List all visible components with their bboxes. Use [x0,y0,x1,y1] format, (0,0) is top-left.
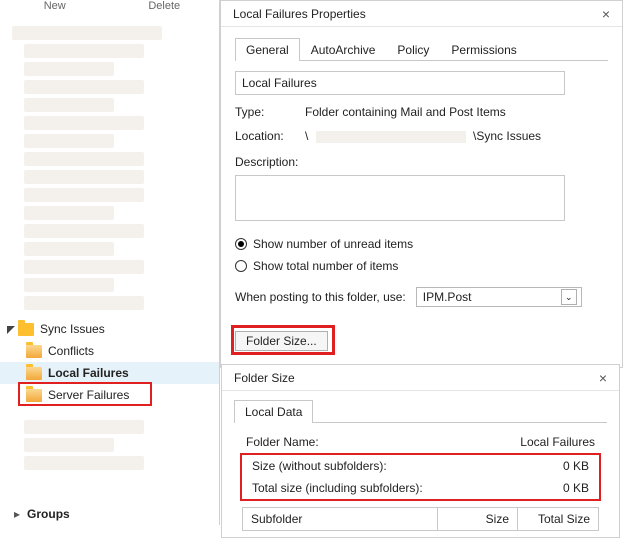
radio-unread-label: Show number of unread items [253,237,413,251]
tab-policy[interactable]: Policy [386,38,440,61]
location-label: Location: [235,129,305,143]
size-wo-row: Size (without subfolders): 0 KB [242,455,599,477]
description-textarea[interactable] [235,175,565,221]
posting-value: IPM.Post [423,290,472,304]
new-button[interactable]: New [0,0,110,18]
location-value: \ \Sync Issues [305,129,541,143]
tab-autoarchive[interactable]: AutoArchive [300,38,387,61]
tree-item-local-failures[interactable]: Local Failures [0,362,219,384]
left-folder-pane: New Delete Sync Issues Conflicts [0,0,220,525]
expand-icon[interactable] [6,324,16,334]
groups-label: Groups [27,507,70,521]
folder-icon [18,323,34,336]
size-wo-label: Size (without subfolders): [252,459,387,473]
folder-name-label: Folder Name: [246,435,319,449]
folder-icon [26,367,42,380]
description-label: Description: [235,155,298,169]
expand-icon: ▸ [14,507,21,521]
col-size: Size [438,508,518,530]
tabs2: Local Data [234,399,607,423]
location-suffix: \Sync Issues [473,129,541,143]
dialog-title: Local Failures Properties [233,7,366,21]
folder-name-row: Folder Name: Local Failures [236,431,605,453]
blurred-text [316,131,466,143]
posting-select[interactable]: IPM.Post ⌄ [416,287,582,307]
tree-label: Conflicts [48,344,94,358]
size-total-label: Total size (including subfolders): [252,481,423,495]
dialog-titlebar: Local Failures Properties × [221,1,622,27]
chevron-down-icon[interactable]: ⌄ [561,289,577,305]
tree-label: Local Failures [48,366,129,380]
radio-icon[interactable] [235,238,247,250]
col-total-size: Total Size [518,508,598,530]
radio-total-row[interactable]: Show total number of items [235,259,608,273]
folder-name-box: Local Failures [235,71,565,95]
radio-icon[interactable] [235,260,247,272]
radio-unread-row[interactable]: Show number of unread items [235,237,608,251]
type-label: Type: [235,105,305,119]
tab-permissions[interactable]: Permissions [440,38,527,61]
tabs: General AutoArchive Policy Permissions [235,37,608,61]
highlight-box-sizes: Size (without subfolders): 0 KB Total si… [240,453,601,501]
highlight-box-local-failures [18,382,152,406]
blurred-folder-group [8,26,211,310]
tree-label: Sync Issues [40,322,105,336]
col-subfolder: Subfolder [243,508,438,530]
posting-label: When posting to this folder, use: [235,290,406,304]
folder-name-text: Local Failures [242,76,317,90]
size-wo-value: 0 KB [563,459,589,473]
description-row: Description: [235,155,608,169]
dialog2-titlebar: Folder Size × [222,365,619,391]
radio-total-label: Show total number of items [253,259,398,273]
posting-row: When posting to this folder, use: IPM.Po… [235,287,608,307]
close-icon[interactable]: × [598,4,614,24]
size-total-row: Total size (including subfolders): 0 KB [242,477,599,499]
highlight-box-folder-size [231,325,335,355]
tab-local-data[interactable]: Local Data [234,400,313,423]
location-prefix: \ [305,129,308,143]
tree-item-conflicts[interactable]: Conflicts [0,340,219,362]
tab-general[interactable]: General [235,38,300,61]
subfolder-table-header: Subfolder Size Total Size [242,507,599,531]
type-row: Type: Folder containing Mail and Post It… [235,105,608,119]
location-row: Location: \ \Sync Issues [235,129,608,143]
folder-name-value: Local Failures [520,435,595,449]
folder-icon [26,345,42,358]
tree-item-sync-issues[interactable]: Sync Issues [0,318,219,340]
top-toolbar: New Delete [0,0,219,18]
folder-size-dialog: Folder Size × Local Data Folder Name: Lo… [221,364,620,538]
close-icon[interactable]: × [595,368,611,388]
type-value: Folder containing Mail and Post Items [305,105,506,119]
delete-button[interactable]: Delete [110,0,220,18]
size-total-value: 0 KB [563,481,589,495]
groups-header[interactable]: ▸ Groups [14,507,70,521]
dialog2-title: Folder Size [234,371,295,385]
properties-dialog: Local Failures Properties × General Auto… [220,0,623,368]
blurred-folder-group-2 [8,420,211,470]
